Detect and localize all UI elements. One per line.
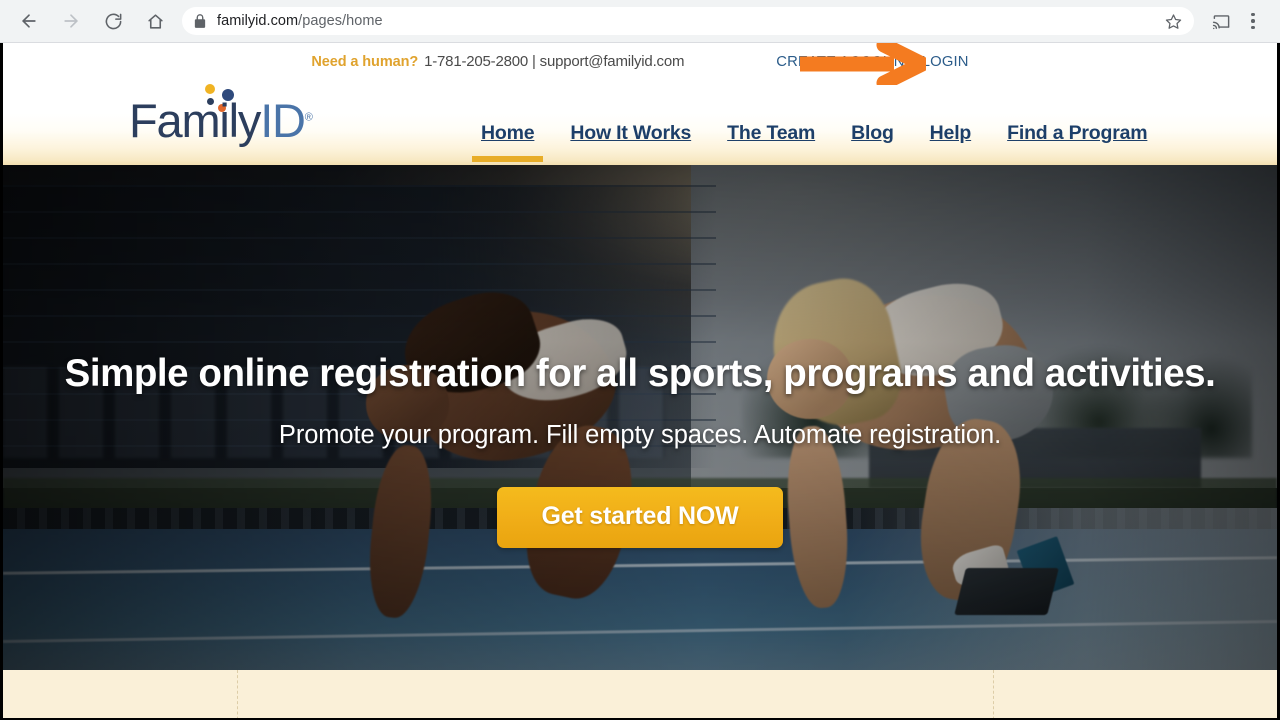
nav-item-home[interactable]: Home: [463, 122, 552, 162]
omnibox-actions: [1156, 7, 1190, 35]
navigation-buttons: [0, 5, 176, 37]
logo-text-family: Family: [129, 94, 261, 147]
login-link[interactable]: LOGIN: [922, 54, 969, 70]
hero-title: Simple online registration for all sport…: [64, 352, 1216, 395]
need-a-human-label: Need a human?: [311, 54, 419, 70]
logo-text-id: ID: [260, 94, 306, 147]
logo-dot-yellow: [205, 84, 215, 94]
chrome-right-actions: [1204, 5, 1280, 37]
utility-bar-inner: Need a human? 1-781-205-2800 | support@f…: [311, 53, 968, 70]
nav-item-blog[interactable]: Blog: [833, 122, 912, 162]
logo-registered-mark: ®: [304, 111, 313, 124]
url-text: familyid.com/pages/home: [217, 13, 383, 29]
logo-wordmark: FamilyID®: [129, 97, 313, 144]
cast-icon[interactable]: [1206, 6, 1236, 36]
reload-button[interactable]: [97, 5, 129, 37]
url-host: familyid.com: [217, 13, 299, 29]
forward-button[interactable]: [55, 5, 87, 37]
browser-toolbar: familyid.com/pages/home: [0, 0, 1280, 43]
address-bar[interactable]: familyid.com/pages/home: [182, 7, 1194, 35]
utility-bar: Need a human? 1-781-205-2800 | support@f…: [3, 43, 1277, 77]
page-viewport: Need a human? 1-781-205-2800 | support@f…: [0, 43, 1280, 720]
three-dot-menu-icon[interactable]: [1238, 5, 1268, 37]
header-main: FamilyID® Home How It Works The Team Blo…: [3, 77, 1277, 162]
familyid-logo[interactable]: FamilyID®: [129, 82, 313, 144]
main-navigation: Home How It Works The Team Blog Help Fin…: [463, 122, 1165, 162]
hero-section: Simple online registration for all sport…: [3, 165, 1277, 670]
create-account-link[interactable]: CREATE ACCOUNT: [776, 54, 913, 70]
account-links: CREATE ACCOUNT | LOGIN: [776, 54, 968, 70]
nav-item-find-a-program[interactable]: Find a Program: [989, 122, 1165, 162]
home-button[interactable]: [139, 5, 171, 37]
contact-info: 1-781-205-2800 | support@familyid.com: [424, 53, 685, 70]
account-links-separator: |: [915, 54, 920, 70]
star-icon[interactable]: [1158, 6, 1188, 36]
nav-item-the-team[interactable]: The Team: [709, 122, 833, 162]
section-divider-left: [237, 670, 238, 718]
back-button[interactable]: [13, 5, 45, 37]
url-path: /pages/home: [298, 13, 383, 29]
nav-item-help[interactable]: Help: [912, 122, 989, 162]
hero-content: Simple online registration for all sport…: [3, 352, 1277, 549]
hero-cta-wrapper: Get started NOW: [3, 487, 1277, 549]
nav-item-how-it-works[interactable]: How It Works: [552, 122, 709, 162]
hero-subtitle: Promote your program. Fill empty spaces.…: [278, 421, 1002, 450]
lock-icon: [194, 14, 206, 28]
get-started-button[interactable]: Get started NOW: [497, 487, 783, 549]
site-header: Need a human? 1-781-205-2800 | support@f…: [3, 43, 1277, 165]
below-hero-section: [3, 670, 1277, 718]
section-divider-right: [993, 670, 994, 718]
screenshot-root: familyid.com/pages/home Need a human? 1-…: [0, 0, 1280, 720]
